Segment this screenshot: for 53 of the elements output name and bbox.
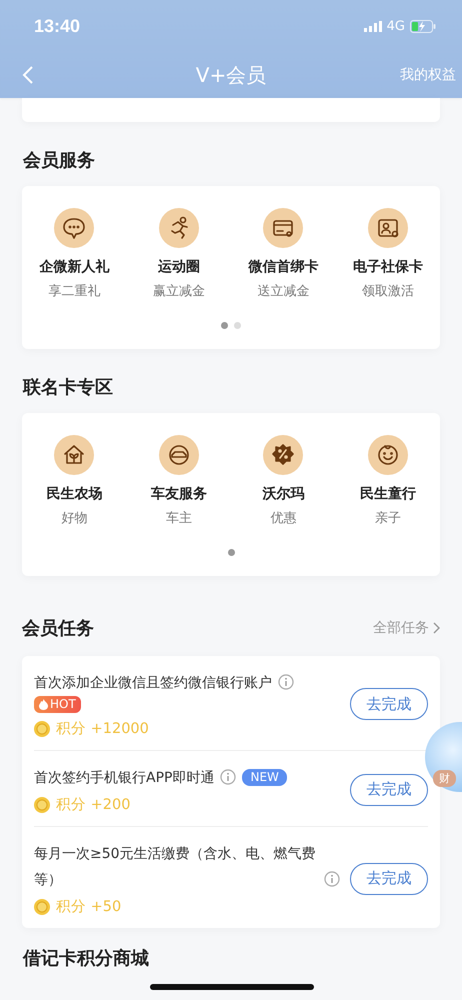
service-name[interactable]: 电子社保卡	[352, 258, 423, 276]
section-title: 借记卡积分商城	[22, 947, 150, 971]
chevron-right-icon	[433, 622, 440, 634]
task-title: 首次添加企业微信且签约微信银行账户	[34, 674, 272, 693]
points-reward: 积分 +12000	[56, 720, 149, 738]
mascot-tag: 财	[433, 770, 456, 787]
network-label: 4G	[386, 18, 405, 34]
service-subtitle: 领取激活	[362, 283, 414, 300]
chat-bubble-icon[interactable]	[54, 208, 94, 248]
section-title: 会员服务	[22, 149, 96, 173]
running-person-icon[interactable]	[158, 208, 199, 248]
service-name[interactable]: 车友服务	[150, 485, 207, 503]
complete-button[interactable]: 去完成	[350, 862, 428, 894]
coin-icon	[34, 720, 50, 736]
service-subtitle: 赢立减金	[152, 283, 205, 300]
coin-icon	[34, 898, 50, 914]
service-name[interactable]: 沃尔玛	[262, 485, 304, 503]
house-sprout-icon[interactable]	[54, 435, 94, 475]
percent-badge-icon[interactable]	[263, 435, 304, 475]
car-icon[interactable]	[158, 435, 199, 475]
complete-button[interactable]: 去完成	[350, 688, 428, 720]
service-subtitle: 亲子	[374, 510, 401, 527]
service-subtitle: 好物	[61, 510, 88, 527]
service-name[interactable]: 民生童行	[360, 485, 416, 503]
battery-icon	[410, 20, 436, 32]
service-name[interactable]: 企微新人礼	[39, 258, 110, 276]
status-time: 13:40	[34, 16, 80, 36]
service-subtitle: 车主	[166, 510, 192, 527]
service-name[interactable]: 运动圈	[158, 258, 200, 276]
page-title: V+会员	[196, 62, 266, 88]
new-tag: NEW	[242, 769, 287, 786]
coin-icon	[34, 796, 50, 812]
info-icon[interactable]	[278, 674, 294, 690]
points-reward: 积分 +50	[56, 898, 122, 916]
complete-button[interactable]: 去完成	[350, 774, 428, 806]
hot-tag: HOT	[34, 696, 81, 713]
service-subtitle: 送立减金	[257, 283, 310, 300]
service-subtitle: 优惠	[270, 510, 296, 527]
section-title: 会员任务	[22, 617, 94, 640]
flame-icon	[39, 699, 48, 710]
points-reward: 积分 +200	[56, 796, 130, 814]
baby-face-icon[interactable]	[368, 435, 408, 475]
info-icon[interactable]	[220, 769, 236, 785]
signal-icon	[364, 20, 382, 32]
task-title: 每月一次≥50元生活缴费（含水、电、燃气费等）	[34, 845, 317, 890]
service-name[interactable]: 民生农场	[46, 485, 102, 503]
service-subtitle: 享二重礼	[48, 283, 100, 300]
id-card-icon[interactable]	[368, 208, 408, 248]
section-title: 联名卡专区	[22, 376, 114, 400]
service-name[interactable]: 微信首绑卡	[248, 258, 318, 276]
info-icon[interactable]	[324, 871, 340, 887]
task-title: 首次签约手机银行APP即时通	[34, 769, 214, 788]
bank-card-icon[interactable]	[263, 208, 304, 248]
